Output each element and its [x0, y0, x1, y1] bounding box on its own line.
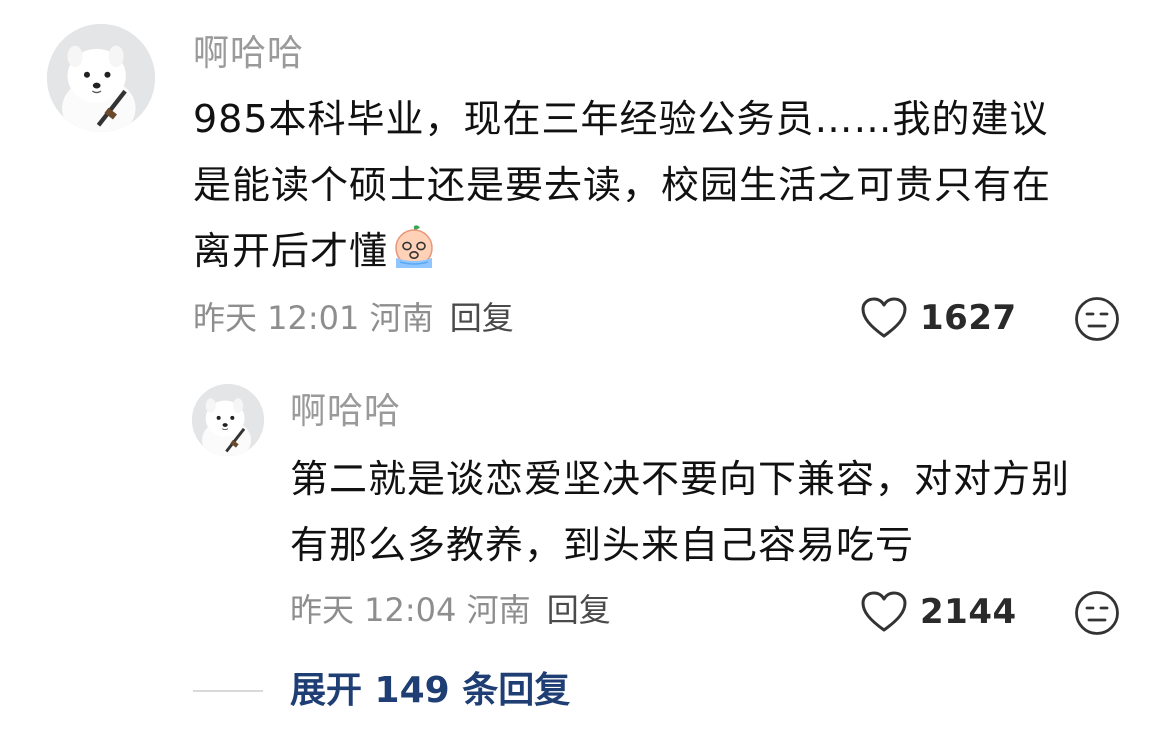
samoyed-avatar-icon	[192, 384, 264, 456]
reply-text: 第二就是谈恋爱坚决不要向下兼容，对对方别 有那么多教养，到头来自己容易吃亏	[290, 446, 1150, 578]
meh-face-icon	[1075, 297, 1119, 341]
comment-avatar[interactable]	[47, 24, 155, 132]
reply-meta: 昨天 12:04 河南 回复	[290, 590, 611, 630]
reply-avatar[interactable]	[192, 384, 264, 456]
comment-text-line: 985本科毕业，现在三年经验公务员……我的建议	[193, 97, 1049, 141]
comment-location: 河南	[369, 299, 434, 337]
comment-like-count: 1627	[920, 298, 1017, 338]
comment-time: 昨天 12:01	[193, 299, 360, 337]
reply-time: 昨天 12:04	[290, 591, 457, 629]
comment-dislike-button[interactable]	[1074, 296, 1120, 342]
heart-outline-icon	[861, 591, 907, 632]
reply-like-button[interactable]: 2144	[860, 590, 1017, 634]
reply-username[interactable]: 啊哈哈	[290, 392, 401, 432]
reply-text-line: 有那么多教养，到头来自己容易吃亏	[290, 523, 915, 567]
reply-location: 河南	[466, 591, 531, 629]
heart-outline-icon	[861, 297, 907, 338]
comment-username[interactable]: 啊哈哈	[193, 34, 304, 74]
meh-face-icon	[1075, 591, 1119, 635]
expand-replies-button[interactable]: 展开 149 条回复	[290, 671, 570, 711]
comment-like-button[interactable]: 1627	[860, 296, 1017, 340]
comment-text: 985本科毕业，现在三年经验公务员……我的建议 是能读个硕士还是要去读，校园生活…	[193, 86, 1143, 284]
samoyed-avatar-icon	[47, 24, 155, 132]
comment-meta: 昨天 12:01 河南 回复	[193, 298, 514, 338]
reply-dislike-button[interactable]	[1074, 590, 1120, 636]
crying-face-emoji-icon	[388, 222, 440, 274]
expand-divider	[193, 690, 263, 692]
reply-reply-button[interactable]: 回复	[547, 591, 611, 629]
comment-text-line: 离开后才懂	[193, 218, 1143, 284]
comment-text-line: 是能读个硕士还是要去读，校园生活之可贵只有在	[193, 163, 1052, 207]
reply-text-line: 第二就是谈恋爱坚决不要向下兼容，对对方别	[290, 457, 1071, 501]
reply-like-count: 2144	[920, 592, 1017, 632]
comment-reply-button[interactable]: 回复	[450, 299, 514, 337]
